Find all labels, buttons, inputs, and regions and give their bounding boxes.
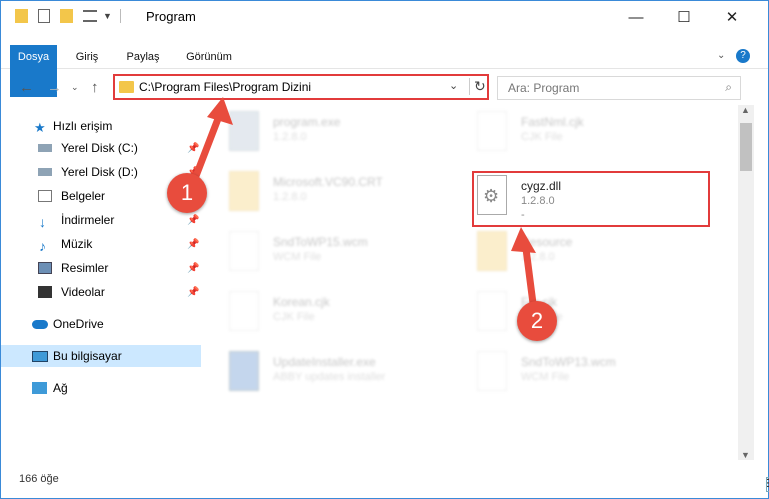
arrow-2-head <box>511 227 536 253</box>
step-badge-2: 2 <box>517 301 557 341</box>
step-badge-1: 1 <box>167 173 207 213</box>
arrow-1-head <box>207 97 233 125</box>
explorer-window: ▼ Program — ☐ ✕ Dosya Giriş Paylaş Görün… <box>0 0 769 499</box>
annotation-arrows <box>187 97 539 323</box>
